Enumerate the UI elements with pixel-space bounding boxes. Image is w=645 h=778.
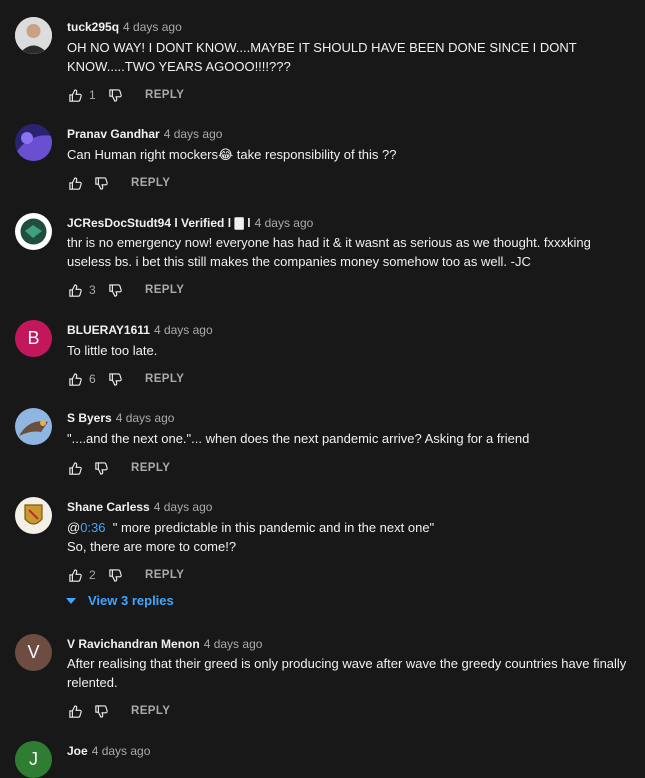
- avatar[interactable]: [15, 408, 52, 445]
- comment-time[interactable]: 4 days ago: [154, 500, 213, 514]
- comment-text: "....and the next one."... when does the…: [67, 431, 530, 446]
- avatar[interactable]: [15, 213, 52, 250]
- author-name[interactable]: Pranav Gandhar: [67, 127, 160, 141]
- comment-time[interactable]: 4 days ago: [154, 323, 213, 337]
- dislike-icon[interactable]: [107, 282, 123, 298]
- author-name[interactable]: JCResDocStudt94 l Verified l 🀫 l: [67, 216, 251, 230]
- author-name[interactable]: S Byers: [67, 411, 112, 425]
- like-count: 2: [89, 568, 96, 582]
- comment-header: Pranav Gandhar 4 days ago: [67, 127, 222, 141]
- dislike-icon[interactable]: [93, 460, 109, 476]
- comment-header: V Ravichandran Menon 4 days ago: [67, 637, 262, 651]
- avatar-letter: V: [27, 642, 40, 662]
- comment-text: thr is no emergency now! everyone has ha…: [67, 235, 591, 269]
- comment-header: Shane Carless 4 days ago: [67, 500, 212, 514]
- view-replies-label: View 3 replies: [88, 593, 174, 608]
- comment-time[interactable]: 4 days ago: [255, 216, 314, 230]
- comment-actions: REPLY: [67, 458, 170, 478]
- like-count: 1: [89, 88, 96, 102]
- reply-button[interactable]: REPLY: [131, 462, 170, 474]
- comment-text: After realising that their greed is only…: [67, 656, 627, 690]
- comment-header: tuck295q 4 days ago: [67, 20, 182, 34]
- comment-text-part: " more predictable in this pandemic and …: [105, 520, 435, 535]
- like-icon[interactable]: [67, 282, 83, 298]
- comment-actions: 6 REPLY: [67, 369, 184, 389]
- user-photo-icon: [15, 213, 52, 250]
- reply-button[interactable]: REPLY: [131, 177, 170, 189]
- avatar-letter: B: [27, 328, 40, 348]
- comment-actions: 2 REPLY: [67, 565, 184, 585]
- author-name[interactable]: tuck295q: [67, 20, 119, 34]
- like-icon[interactable]: [67, 703, 83, 719]
- comment-actions: 3 REPLY: [67, 280, 184, 300]
- user-photo-icon: [15, 124, 52, 161]
- user-photo-icon: [15, 408, 52, 445]
- avatar[interactable]: V: [15, 634, 52, 671]
- dislike-icon[interactable]: [107, 371, 123, 387]
- avatar[interactable]: [15, 497, 52, 534]
- reply-button[interactable]: REPLY: [145, 569, 184, 581]
- author-name[interactable]: Joe: [67, 744, 88, 758]
- comment-actions: REPLY: [67, 701, 170, 721]
- author-name[interactable]: V Ravichandran Menon: [67, 637, 200, 651]
- comment-header: JCResDocStudt94 l Verified l 🀫 l 4 days a…: [67, 216, 313, 231]
- timestamp-link[interactable]: 0:36: [80, 520, 105, 535]
- comment-header: Joe 4 days ago: [67, 744, 150, 758]
- author-name[interactable]: BLUERAY1611: [67, 323, 150, 337]
- comment-time[interactable]: 4 days ago: [116, 411, 175, 425]
- mention-prefix: @: [67, 520, 81, 535]
- avatar[interactable]: [15, 17, 52, 54]
- comment-text: Can Human right mockers😂 take responsibi…: [67, 147, 397, 162]
- like-count: 3: [89, 283, 96, 297]
- comment-time[interactable]: 4 days ago: [123, 20, 182, 34]
- comment-text: To little too late.: [67, 343, 158, 358]
- user-photo-icon: [15, 497, 52, 534]
- comment-time[interactable]: 4 days ago: [204, 637, 263, 651]
- like-icon[interactable]: [67, 87, 83, 103]
- comment-actions: 1 REPLY: [67, 85, 184, 105]
- comment-text: @0:36 " more predictable in this pandemi…: [67, 518, 627, 556]
- view-replies-button[interactable]: View 3 replies: [64, 593, 174, 608]
- reply-button[interactable]: REPLY: [145, 89, 184, 101]
- comment-text: OH NO WAY! I DONT KNOW....MAYBE IT SHOUL…: [67, 40, 577, 74]
- dislike-icon[interactable]: [107, 87, 123, 103]
- comment-time[interactable]: 4 days ago: [92, 744, 151, 758]
- dislike-icon[interactable]: [93, 703, 109, 719]
- comment-actions: REPLY: [67, 173, 170, 193]
- like-icon[interactable]: [67, 175, 83, 191]
- comment-time[interactable]: 4 days ago: [164, 127, 223, 141]
- comment-text-line: So, there are more to come!?: [67, 539, 237, 554]
- user-photo-icon: [15, 17, 52, 54]
- like-icon[interactable]: [67, 460, 83, 476]
- like-count: 6: [89, 372, 96, 386]
- dislike-icon[interactable]: [93, 175, 109, 191]
- author-name[interactable]: Shane Carless: [67, 500, 150, 514]
- chevron-down-icon: [66, 597, 76, 604]
- avatar[interactable]: J: [15, 741, 52, 778]
- like-icon[interactable]: [67, 371, 83, 387]
- reply-button[interactable]: REPLY: [131, 705, 170, 717]
- dislike-icon[interactable]: [107, 567, 123, 583]
- comment-header: BLUERAY1611 4 days ago: [67, 323, 213, 337]
- avatar[interactable]: B: [15, 320, 52, 357]
- reply-button[interactable]: REPLY: [145, 373, 184, 385]
- comment-header: S Byers 4 days ago: [67, 411, 174, 425]
- avatar[interactable]: [15, 124, 52, 161]
- like-icon[interactable]: [67, 567, 83, 583]
- reply-button[interactable]: REPLY: [145, 284, 184, 296]
